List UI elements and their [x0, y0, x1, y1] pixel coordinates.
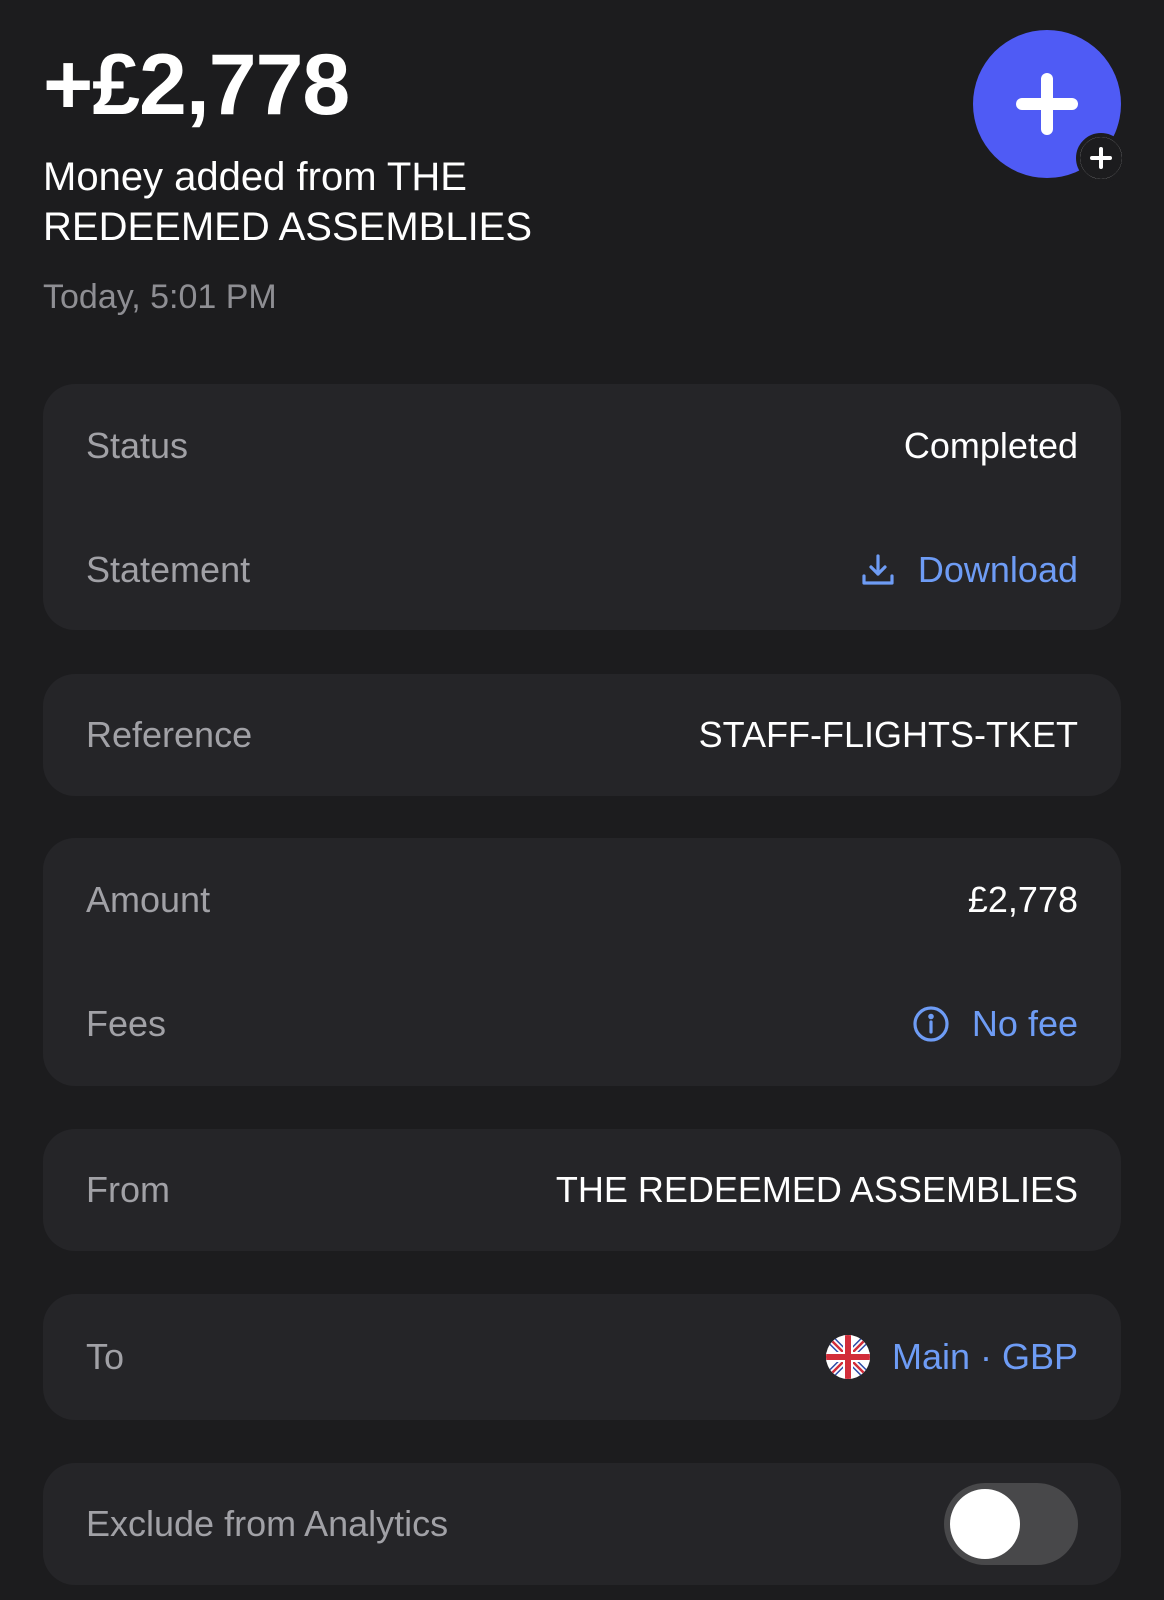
status-card: Status Completed Statement Download: [43, 384, 1121, 630]
to-row: To Main · GBP: [86, 1294, 1078, 1420]
to-account-link[interactable]: Main · GBP: [825, 1335, 1078, 1379]
plus-icon: [1016, 73, 1078, 135]
amount-value: £2,778: [967, 879, 1078, 920]
toggle-knob: [950, 1489, 1020, 1559]
statement-label: Statement: [86, 549, 251, 590]
from-value: THE REDEEMED ASSEMBLIES: [555, 1169, 1078, 1210]
from-label: From: [86, 1169, 170, 1210]
amount-row: Amount £2,778: [86, 838, 1078, 962]
exclude-analytics-toggle[interactable]: [944, 1483, 1078, 1565]
amount-card: Amount £2,778 Fees No fee: [43, 838, 1121, 1086]
status-label: Status: [86, 425, 189, 466]
fees-value: No fee: [971, 1003, 1078, 1044]
analytics-label: Exclude from Analytics: [86, 1503, 449, 1544]
to-value: Main · GBP: [891, 1336, 1078, 1377]
fees-row: Fees No fee: [86, 962, 1078, 1086]
fees-info-button[interactable]: No fee: [912, 1003, 1078, 1045]
to-label: To: [86, 1336, 125, 1377]
uk-flag-icon: [825, 1335, 870, 1379]
transaction-timestamp: Today, 5:01 PM: [43, 278, 277, 316]
transaction-amount: +£2,778: [43, 37, 350, 133]
transaction-header: +£2,778 Money added from THE REDEEMED AS…: [43, 30, 1121, 317]
plus-circle-icon: [1080, 137, 1122, 179]
reference-value: STAFF-FLIGHTS-TKET: [698, 714, 1078, 755]
transaction-title: Money added from THE REDEEMED ASSEMBLIES: [43, 155, 533, 249]
plus-circle-badge: [1076, 133, 1126, 183]
analytics-row: Exclude from Analytics: [86, 1463, 1078, 1585]
analytics-card: Exclude from Analytics: [43, 1463, 1121, 1585]
statement-row: Statement Download: [86, 508, 1078, 632]
from-card: From THE REDEEMED ASSEMBLIES: [43, 1129, 1121, 1251]
info-icon: [912, 1005, 950, 1043]
amount-label: Amount: [86, 879, 211, 920]
to-card: To Main · GBP: [43, 1294, 1121, 1420]
download-statement-button[interactable]: Download: [860, 549, 1078, 591]
download-label: Download: [917, 549, 1078, 590]
reference-card: Reference STAFF-FLIGHTS-TKET: [43, 674, 1121, 796]
status-row: Status Completed: [86, 384, 1078, 508]
from-row: From THE REDEEMED ASSEMBLIES: [86, 1129, 1078, 1251]
reference-row: Reference STAFF-FLIGHTS-TKET: [86, 674, 1078, 796]
reference-label: Reference: [86, 714, 253, 755]
fees-label: Fees: [86, 1003, 167, 1044]
download-icon: [860, 552, 896, 588]
status-value: Completed: [903, 425, 1078, 466]
